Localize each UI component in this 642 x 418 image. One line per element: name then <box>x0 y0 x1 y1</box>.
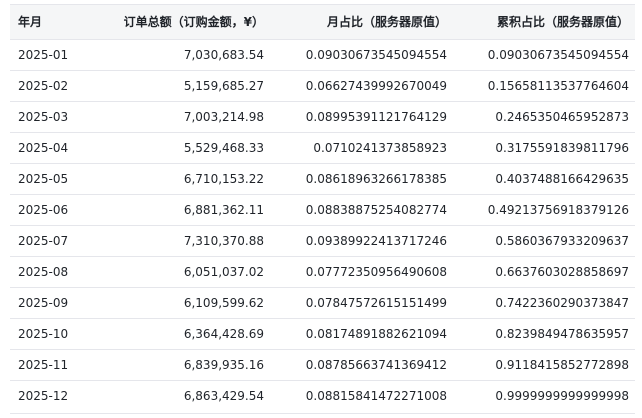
month-cell: 2025-11 <box>10 349 100 381</box>
order-total-cell: 6,051,037.02 <box>100 256 270 288</box>
table-row[interactable]: 2025-12 6,863,429.54 0.08815841472271008 0.… <box>10 380 635 411</box>
monthly-share-cell: 0.08815841472271008 <box>305 388 447 403</box>
order-total-cell: 6,364,428.69 <box>100 318 270 350</box>
monthly-share-cell: 0.0710241373858923 <box>270 132 453 164</box>
column-header-cumulative-share[interactable]: 累积占比（服务器原值） <box>453 5 635 40</box>
cumulative-share-cell: 0.6637603028858697 <box>453 256 635 288</box>
cumulative-share-cell: 0.8239849478635957 <box>453 318 635 350</box>
monthly-share-cell: 0.08995391121764129 <box>270 101 453 133</box>
cumulative-share-cell: 0.15658113537764604 <box>453 70 635 102</box>
month-cell: 2025-06 <box>10 194 100 226</box>
table-row[interactable]: 2025-02 5,159,685.27 0.06627439992670049 0.… <box>10 70 635 102</box>
table-row[interactable]: 2025-05 6,710,153.22 0.08618963266178385 0.… <box>10 163 635 195</box>
month-cell: 2025-08 <box>10 256 100 288</box>
table-row[interactable]: 2025-06 6,881,362.11 0.08838875254082774 0.… <box>10 194 635 226</box>
table-header: 年月 订单总额（订购金额，¥） 月占比（服务器原值） 累积占比（服务器原值） <box>10 5 635 40</box>
order-total-cell: 5,159,685.27 <box>100 70 270 102</box>
monthly-share-cell: 0.06627439992670049 <box>270 70 453 102</box>
monthly-share-cell: 0.09030673545094554 <box>270 39 453 71</box>
column-header-order-total[interactable]: 订单总额（订购金额，¥） <box>100 5 270 40</box>
month-cell: 2025-01 <box>10 39 100 71</box>
cumulative-share-cell: 0.2465350465952873 <box>453 101 635 133</box>
monthly-share-cell: 0.09389922413717246 <box>270 225 453 257</box>
data-table: 年月 订单总额（订购金额，¥） 月占比（服务器原值） 累积占比（服务器原值） 2… <box>10 5 635 411</box>
month-cell: 2025-07 <box>10 225 100 257</box>
month-cell: 2025-12 <box>18 388 69 403</box>
monthly-share-cell: 0.08785663741369412 <box>270 349 453 381</box>
header-row: 年月 订单总额（订购金额，¥） 月占比（服务器原值） 累积占比（服务器原值） <box>10 5 635 40</box>
month-cell: 2025-02 <box>10 70 100 102</box>
month-cell: 2025-09 <box>10 287 100 319</box>
table-row[interactable]: 2025-04 5,529,468.33 0.0710241373858923 0.3… <box>10 132 635 164</box>
monthly-share-cell: 0.07772350956490608 <box>270 256 453 288</box>
order-total-cell: 5,529,468.33 <box>100 132 270 164</box>
table-row[interactable]: 2025-11 6,839,935.16 0.08785663741369412 0.… <box>10 349 635 381</box>
order-total-cell: 6,839,935.16 <box>100 349 270 381</box>
month-cell: 2025-04 <box>10 132 100 164</box>
table-row[interactable]: 2025-10 6,364,428.69 0.08174891882621094 0.… <box>10 318 635 350</box>
cumulative-share-cell: 0.09030673545094554 <box>453 39 635 71</box>
monthly-share-cell: 0.08838875254082774 <box>270 194 453 226</box>
monthly-share-cell: 0.08618963266178385 <box>270 163 453 195</box>
order-total-cell: 7,030,683.54 <box>100 39 270 71</box>
order-total-cell: 7,310,370.88 <box>100 225 270 257</box>
order-total-cell: 6,881,362.11 <box>100 194 270 226</box>
cumulative-share-cell: 0.4037488166429635 <box>453 163 635 195</box>
order-total-cell: 7,003,214.98 <box>100 101 270 133</box>
month-cell: 2025-03 <box>10 101 100 133</box>
cumulative-share-cell: 0.5860367933209637 <box>453 225 635 257</box>
order-total-cell: 6,710,153.22 <box>100 163 270 195</box>
monthly-order-table: 年月 订单总额（订购金额，¥） 月占比（服务器原值） 累积占比（服务器原值） 2… <box>10 4 635 414</box>
cumulative-share-cell: 0.49213756918379126 <box>453 194 635 226</box>
column-header-month[interactable]: 年月 <box>10 5 100 40</box>
order-total-cell: 6,109,599.62 <box>100 287 270 319</box>
table-body: 2025-01 7,030,683.54 0.09030673545094554 0.… <box>10 39 635 411</box>
cumulative-share-cell: 0.9999999999999998 <box>495 388 629 403</box>
monthly-share-cell: 0.07847572615151499 <box>270 287 453 319</box>
month-cell: 2025-05 <box>10 163 100 195</box>
table-row[interactable]: 2025-03 7,003,214.98 0.08995391121764129 0.… <box>10 101 635 133</box>
order-total-cell: 6,863,429.54 <box>183 388 264 403</box>
cumulative-share-cell: 0.7422360290373847 <box>453 287 635 319</box>
monthly-share-cell: 0.08174891882621094 <box>270 318 453 350</box>
month-cell: 2025-10 <box>10 318 100 350</box>
table-row[interactable]: 2025-09 6,109,599.62 0.07847572615151499 0.… <box>10 287 635 319</box>
table-row[interactable]: 2025-08 6,051,037.02 0.07772350956490608 0.… <box>10 256 635 288</box>
table-row[interactable]: 2025-07 7,310,370.88 0.09389922413717246 0.… <box>10 225 635 257</box>
cumulative-share-cell: 0.3175591839811796 <box>453 132 635 164</box>
column-header-monthly-share[interactable]: 月占比（服务器原值） <box>270 5 453 40</box>
cumulative-share-cell: 0.9118415852772898 <box>453 349 635 381</box>
table-row[interactable]: 2025-01 7,030,683.54 0.09030673545094554 0.… <box>10 39 635 71</box>
